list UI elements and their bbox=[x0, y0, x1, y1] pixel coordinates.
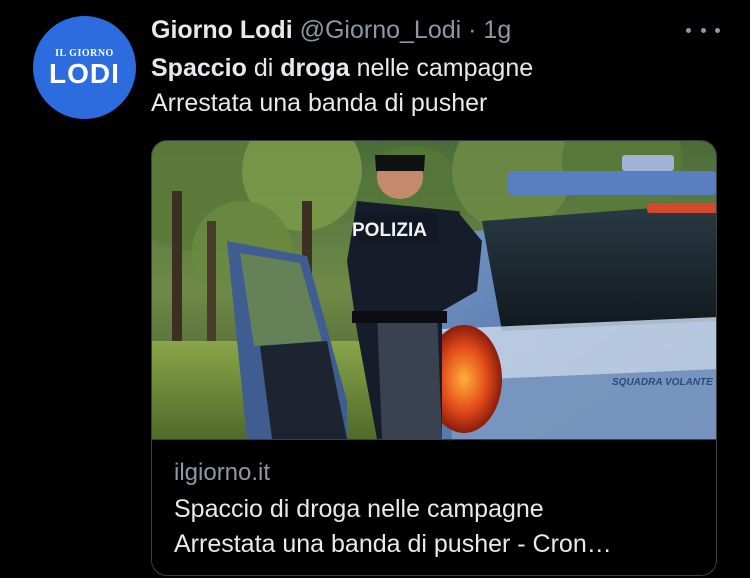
link-card[interactable]: SQUADRA VOLANTE POLIZIA ilgiorno.it Spac… bbox=[151, 140, 717, 576]
more-dot bbox=[715, 27, 720, 33]
avatar-logo-main-text: LODI bbox=[49, 58, 120, 89]
avatar[interactable]: IL GIORNO LODI bbox=[33, 16, 136, 119]
card-title-line-1: Spaccio di droga nelle campagne bbox=[174, 495, 544, 523]
tweet-text: Spaccio di droga nelle campagne Arrestat… bbox=[151, 51, 533, 121]
tweet-text-line-1: Spaccio di droga nelle campagne bbox=[151, 54, 534, 82]
card-info[interactable]: ilgiorno.it Spaccio di droga nelle campa… bbox=[152, 439, 716, 575]
header-separator: · bbox=[468, 16, 477, 44]
card-domain: ilgiorno.it bbox=[174, 459, 271, 486]
card-title: Spaccio di droga nelle campagne Arrestat… bbox=[174, 492, 694, 562]
tweet-timestamp[interactable]: 1g bbox=[483, 16, 511, 44]
more-options-icon[interactable] bbox=[686, 18, 720, 42]
car-spoiler-light bbox=[647, 203, 716, 213]
more-dot bbox=[700, 27, 706, 33]
card-title-line-2: Arrestata una banda di pusher - Cron… bbox=[174, 530, 612, 558]
vest-text: POLIZIA bbox=[352, 220, 427, 241]
car-rear-window bbox=[482, 203, 716, 331]
car-lightbar bbox=[507, 171, 716, 195]
tweet-header: Giorno Lodi @Giorno_Lodi · 1g bbox=[151, 13, 511, 47]
card-image[interactable]: SQUADRA VOLANTE POLIZIA bbox=[152, 141, 717, 439]
author-handle[interactable]: @Giorno_Lodi bbox=[300, 16, 462, 44]
tweet-text-line-2: Arrestata una banda di pusher bbox=[151, 89, 488, 117]
more-dot bbox=[686, 27, 691, 33]
car-lightbar-top bbox=[622, 155, 674, 171]
tweet[interactable]: IL GIORNO LODI Giorno Lodi @Giorno_Lodi … bbox=[0, 0, 750, 578]
car-decal-text: SQUADRA VOLANTE bbox=[612, 377, 713, 388]
author-name[interactable]: Giorno Lodi bbox=[151, 16, 293, 44]
